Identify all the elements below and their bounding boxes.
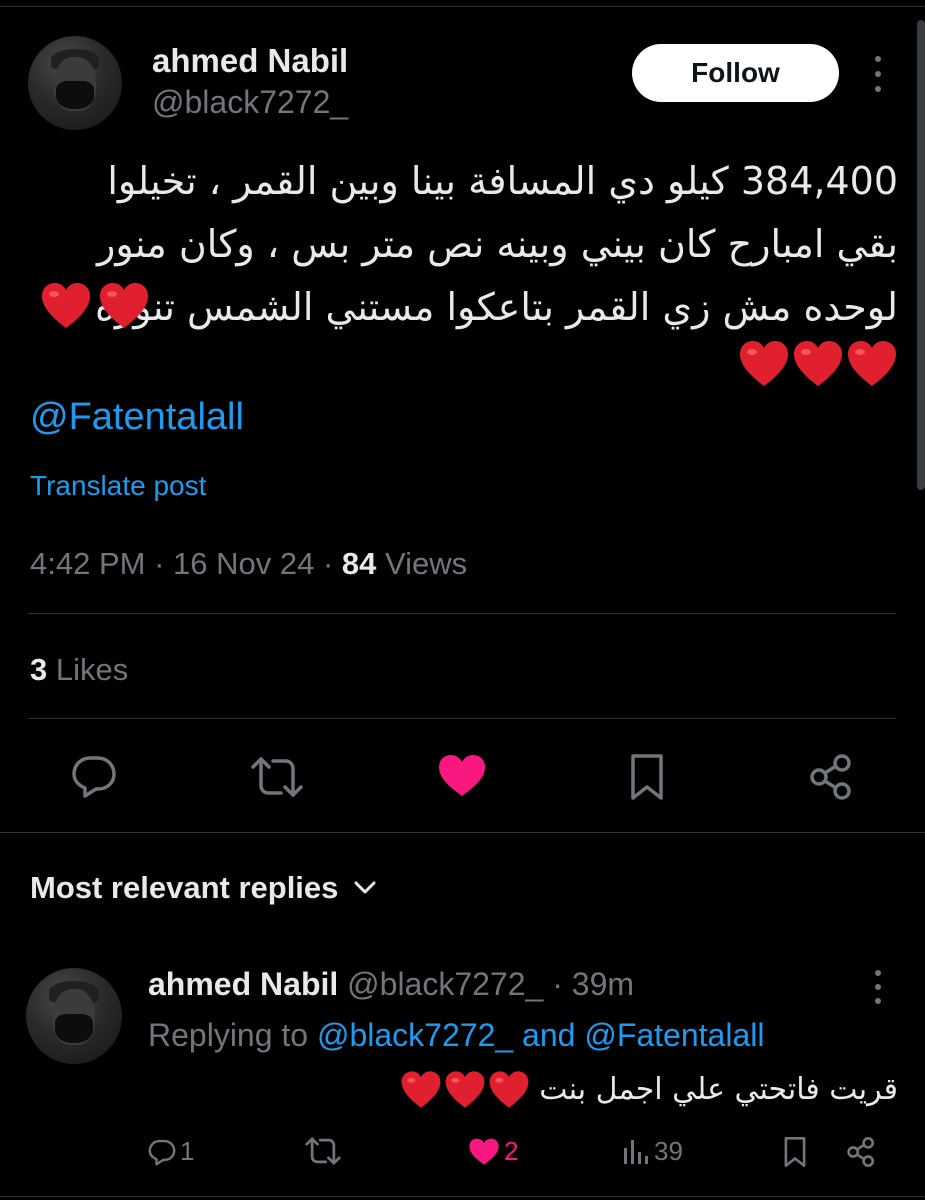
red-heart-emoji-icon xyxy=(445,1071,485,1108)
reply-bookmark-button[interactable] xyxy=(782,1136,808,1168)
heart-emoji-group xyxy=(40,282,150,330)
top-divider xyxy=(0,6,925,7)
replying-user-link[interactable]: @Fatentalall xyxy=(584,1017,764,1053)
bookmark-icon xyxy=(631,754,663,800)
reply-views-button[interactable]: 39 xyxy=(622,1136,683,1167)
comment-bubble-icon xyxy=(148,1139,176,1165)
reply-share-button[interactable] xyxy=(846,1136,876,1168)
likes-summary[interactable]: 3 Likes xyxy=(30,652,128,688)
reply-time[interactable]: · 39m xyxy=(552,966,634,1002)
share-nodes-icon xyxy=(847,1137,875,1167)
more-vertical-icon[interactable] xyxy=(868,970,888,1004)
reply-like-count: 2 xyxy=(504,1136,519,1166)
reply-like-button[interactable]: 2 xyxy=(468,1136,518,1167)
share-button[interactable] xyxy=(806,750,856,804)
heart-emoji-group xyxy=(738,340,898,388)
red-heart-emoji-icon xyxy=(740,341,788,386)
heart-emoji-group xyxy=(400,1070,530,1110)
reply-button[interactable] xyxy=(66,750,122,802)
post-metadata: 4:42 PM · 16 Nov 24 · 84 Views xyxy=(30,546,468,581)
post-text-line: لوحده مش زي القمر بتاعكوا مستني الشمس تن… xyxy=(94,285,898,329)
divider xyxy=(0,832,925,833)
post-text-line: بقي امبارح كان بيني وبينه نص متر بس ، وك… xyxy=(96,222,898,266)
replies-header-label: Most relevant replies xyxy=(30,870,339,905)
bar-chart-icon xyxy=(624,1139,648,1164)
bookmark-icon xyxy=(784,1137,806,1167)
replying-and[interactable]: and xyxy=(522,1017,575,1053)
author-name[interactable]: ahmed Nabil xyxy=(152,42,348,80)
red-heart-emoji-icon xyxy=(42,283,90,328)
post-time[interactable]: 4:42 PM xyxy=(30,546,145,581)
views-label: Views xyxy=(385,546,468,581)
divider xyxy=(28,718,896,719)
mention-link[interactable]: @Fatentalall xyxy=(30,396,244,439)
chevron-down-icon xyxy=(354,881,376,894)
red-heart-emoji-icon xyxy=(848,341,896,386)
more-vertical-icon[interactable] xyxy=(868,56,888,92)
bookmark-button[interactable] xyxy=(622,750,672,804)
repost-arrows-icon xyxy=(251,757,303,797)
replying-prefix: Replying to xyxy=(148,1017,309,1053)
likes-label: Likes xyxy=(55,652,129,687)
reply-author-avatar[interactable] xyxy=(26,968,122,1064)
repost-arrows-icon xyxy=(305,1137,341,1165)
replies-sort-dropdown[interactable]: Most relevant replies xyxy=(30,870,376,906)
red-heart-emoji-icon xyxy=(794,341,842,386)
divider xyxy=(0,1196,925,1197)
author-handle[interactable]: @black7272_ xyxy=(152,84,348,121)
like-button[interactable] xyxy=(434,752,490,800)
share-nodes-icon xyxy=(810,754,851,800)
replying-user-link[interactable]: @black7272_ xyxy=(317,1017,513,1053)
reply-reply-button[interactable]: 1 xyxy=(148,1136,194,1167)
follow-button[interactable]: Follow xyxy=(632,44,839,102)
red-heart-emoji-icon xyxy=(401,1071,441,1108)
heart-filled-icon xyxy=(469,1138,499,1165)
replying-to: Replying to @black7272_ and @Fatentalall xyxy=(148,1017,764,1054)
reply-count: 1 xyxy=(180,1136,195,1166)
reply-author-name[interactable]: ahmed Nabil xyxy=(148,966,338,1002)
scrollbar[interactable] xyxy=(917,20,925,490)
reply-views-count: 39 xyxy=(654,1136,683,1166)
reply-repost-button[interactable] xyxy=(304,1136,342,1166)
repost-button[interactable] xyxy=(248,752,306,802)
comment-bubble-icon xyxy=(72,756,116,798)
reply-header: ahmed Nabil @black7272_ · 39m xyxy=(148,966,634,1003)
red-heart-emoji-icon xyxy=(489,1071,529,1108)
post-date[interactable]: 16 Nov 24 xyxy=(173,546,314,581)
likes-count: 3 xyxy=(30,652,48,687)
post-text-line: 384,400 كيلو دي المسافة بينا وبين القمر … xyxy=(107,159,898,203)
reply-author-handle[interactable]: @black7272_ xyxy=(347,966,543,1002)
red-heart-emoji-icon xyxy=(100,283,148,328)
divider xyxy=(28,613,896,614)
heart-filled-icon xyxy=(439,755,485,796)
views-count: 84 xyxy=(341,546,377,581)
author-avatar[interactable] xyxy=(28,36,122,130)
translate-post-link[interactable]: Translate post xyxy=(30,470,206,502)
post-text: 384,400 كيلو دي المسافة بينا وبين القمر … xyxy=(28,150,898,339)
